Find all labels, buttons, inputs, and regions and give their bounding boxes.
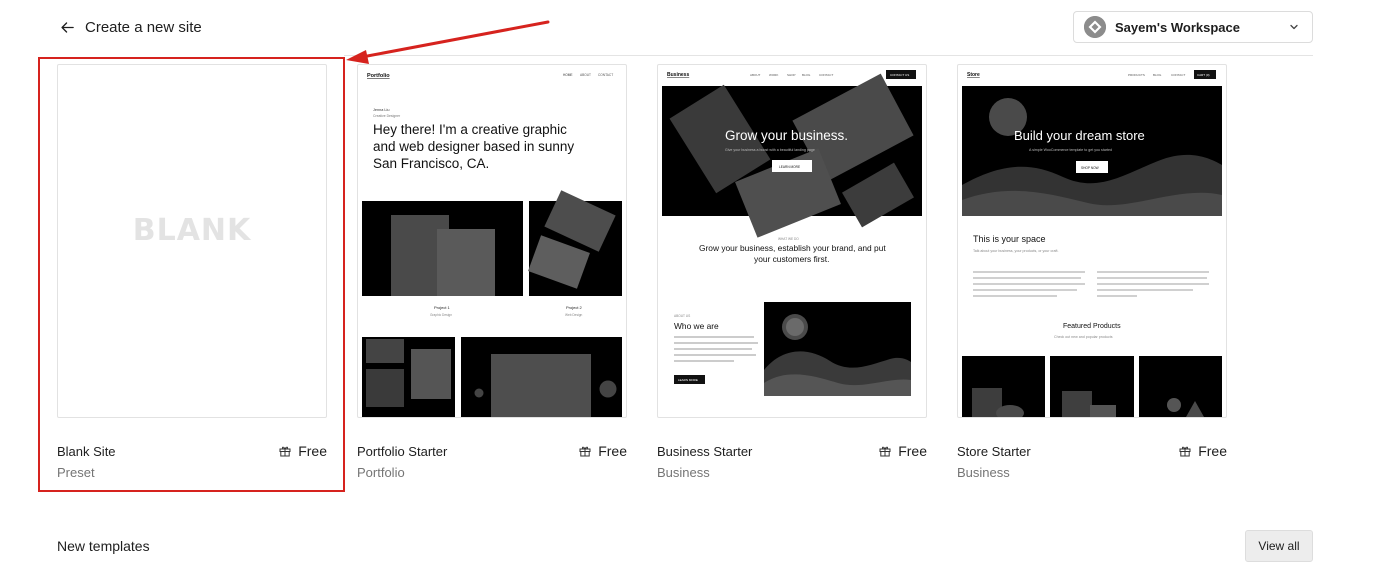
view-all-button[interactable]: View all bbox=[1245, 530, 1313, 562]
annotation-arrow-icon bbox=[346, 20, 550, 64]
new-templates-heading: New templates bbox=[57, 538, 150, 554]
